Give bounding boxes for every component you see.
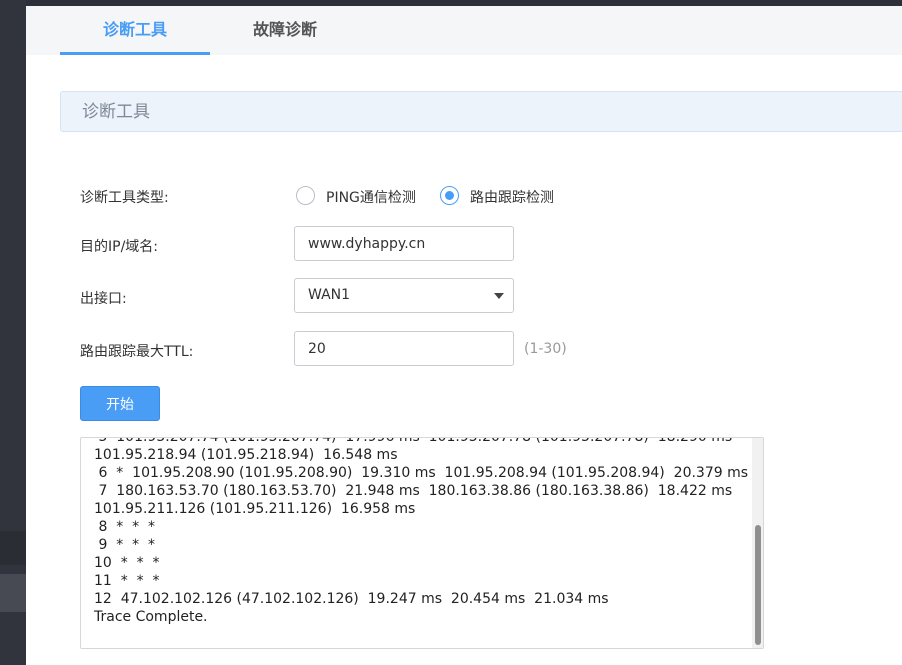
radio-traceroute[interactable]: 路由跟踪检测: [440, 185, 560, 207]
output-scrollbar[interactable]: [752, 438, 763, 648]
section-header: 诊断工具: [60, 91, 902, 132]
output-line: 6 * 101.95.208.90 (101.95.208.90) 19.310…: [94, 465, 749, 481]
radio-traceroute-label: 路由跟踪检测: [470, 190, 554, 206]
output-scroll-thumb[interactable]: [755, 525, 761, 645]
radio-ping[interactable]: PING通信检测: [296, 185, 426, 207]
max-ttl-input[interactable]: [294, 331, 514, 366]
radio-ping-label: PING通信检测: [326, 190, 416, 206]
output-line: 10 * * *: [94, 555, 160, 571]
output-line: Trace Complete.: [94, 609, 208, 625]
sidebar-item-active[interactable]: [0, 574, 26, 612]
trace-output-box[interactable]: 5 101.95.207.74 (101.95.207.74) 17.996 m…: [80, 437, 764, 649]
left-sidebar: [0, 0, 26, 665]
section-title: 诊断工具: [82, 102, 150, 122]
output-line: 12 47.102.102.126 (47.102.102.126) 19.24…: [94, 591, 609, 607]
output-line: 8 * * *: [94, 519, 156, 535]
target-label: 目的IP/域名:: [80, 239, 159, 255]
radio-unchecked-icon: [296, 186, 315, 205]
interface-select-value: WAN1: [308, 287, 351, 303]
sidebar-item[interactable]: [0, 531, 26, 565]
caret-down-icon: [494, 293, 504, 299]
output-line: 5 101.95.207.74 (101.95.207.74) 17.996 m…: [94, 437, 733, 445]
output-line: 101.95.218.94 (101.95.218.94) 16.548 ms: [94, 447, 398, 463]
tool-type-label: 诊断工具类型:: [80, 190, 169, 206]
output-line: 101.95.211.126 (101.95.211.126) 16.958 m…: [94, 501, 416, 517]
max-ttl-label: 路由跟踪最大TTL:: [80, 344, 194, 360]
target-input[interactable]: [294, 226, 514, 261]
radio-checked-icon: [440, 186, 459, 205]
output-line: 9 * * *: [94, 537, 156, 553]
start-button[interactable]: 开始: [80, 386, 160, 421]
max-ttl-hint: (1-30): [524, 341, 567, 357]
tab-diagnose-tool[interactable]: 诊断工具: [60, 6, 210, 55]
output-line: 7 180.163.53.70 (180.163.53.70) 21.948 m…: [94, 483, 733, 499]
radio-dot: [445, 191, 454, 200]
interface-select[interactable]: WAN1: [294, 278, 514, 313]
tab-fault-diagnose[interactable]: 故障诊断: [210, 6, 360, 55]
interface-label: 出接口:: [80, 291, 127, 307]
tab-strip: 诊断工具 故障诊断: [26, 6, 902, 55]
trace-output-lines: 5 101.95.207.74 (101.95.207.74) 17.996 m…: [94, 437, 749, 626]
output-line: 11 * * *: [94, 573, 160, 589]
